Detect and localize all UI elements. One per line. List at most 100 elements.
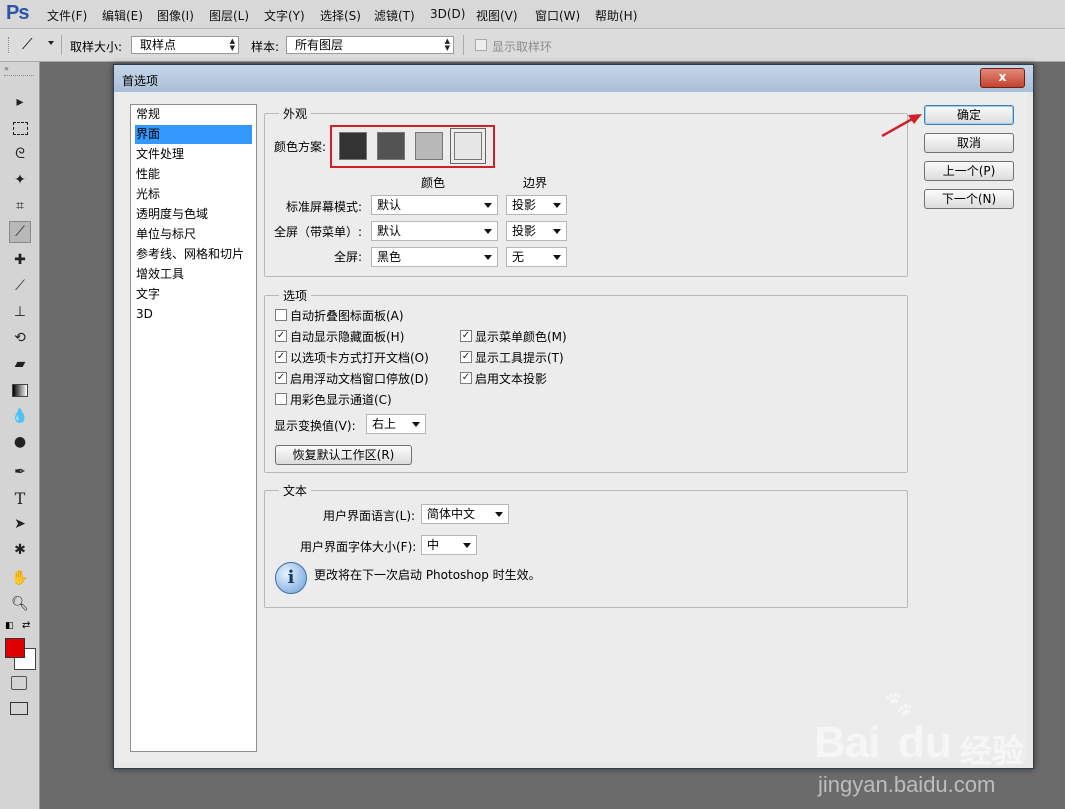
ui-language-select[interactable]: 简体中文 bbox=[421, 504, 509, 524]
cancel-button[interactable]: 取消 bbox=[924, 133, 1014, 153]
options-grip bbox=[8, 37, 11, 53]
category-transparency[interactable]: 透明度与色域 bbox=[135, 205, 252, 224]
menu-view[interactable]: 视图(V) bbox=[476, 7, 518, 24]
auto-collapse-checkbox[interactable] bbox=[275, 309, 287, 321]
menu-filter[interactable]: 滤镜(T) bbox=[374, 7, 415, 24]
standard-screen-label: 标准屏幕模式: bbox=[286, 200, 363, 214]
lasso-tool-icon[interactable]: ᘓ bbox=[9, 143, 31, 165]
menu-type[interactable]: 文字(Y) bbox=[264, 7, 305, 24]
menu-file[interactable]: 文件(F) bbox=[47, 7, 87, 24]
text-drop-shadow-label: 启用文本投影 bbox=[475, 372, 548, 386]
annotation-arrow bbox=[881, 114, 922, 138]
menu-window[interactable]: 窗口(W) bbox=[535, 7, 580, 24]
dialog-titlebar[interactable]: 首选项 x bbox=[114, 65, 1033, 92]
shape-tool-icon[interactable]: ✱ bbox=[9, 539, 31, 561]
sample-select[interactable]: 所有图层 ▲ ▼ bbox=[286, 36, 454, 54]
quick-mask-icon[interactable] bbox=[11, 676, 27, 690]
fullscreen-color-select[interactable]: 黑色 bbox=[371, 247, 498, 267]
color-channels-checkbox[interactable] bbox=[275, 393, 287, 405]
crop-tool-icon[interactable]: ⌗ bbox=[9, 195, 31, 217]
eyedropper-tool-icon[interactable]: ⟋ bbox=[9, 221, 31, 243]
marquee-tool-icon[interactable] bbox=[9, 117, 31, 139]
fullscreen-menu-color-select[interactable]: 默认 bbox=[371, 221, 498, 241]
menu-3d[interactable]: 3D(D) bbox=[430, 7, 465, 21]
select-value: 投影 bbox=[512, 224, 537, 238]
category-guides-grid[interactable]: 参考线、网格和切片 bbox=[135, 245, 252, 264]
close-button[interactable]: x bbox=[980, 68, 1025, 88]
standard-screen-border-select[interactable]: 投影 bbox=[506, 195, 567, 215]
baidu-watermark: 🐾︎ Bai du 经验 jingyan.baidu.com bbox=[812, 688, 1064, 808]
color-scheme-swatch-2[interactable] bbox=[377, 132, 405, 160]
options-legend: 选项 bbox=[283, 289, 308, 303]
color-scheme-swatch-4[interactable] bbox=[454, 132, 482, 160]
fullscreen-border-select[interactable]: 无 bbox=[506, 247, 567, 267]
path-selection-tool-icon[interactable]: ➤ bbox=[9, 513, 31, 535]
previous-button[interactable]: 上一个(P) bbox=[924, 161, 1014, 181]
brush-tool-icon[interactable]: ⟋ bbox=[9, 275, 31, 297]
auto-show-hidden-label: 自动显示隐藏面板(H) bbox=[290, 330, 405, 344]
move-tool-icon[interactable]: ▸ bbox=[9, 91, 31, 113]
panel-collapse-icon[interactable]: » bbox=[4, 64, 9, 73]
dialog-body: 常规 界面 文件处理 性能 光标 透明度与色域 单位与标尺 参考线、网格和切片 … bbox=[118, 92, 1027, 762]
watermark-brand-2: du bbox=[898, 718, 952, 767]
ok-button[interactable]: 确定 bbox=[924, 105, 1014, 125]
restore-workspace-button[interactable]: 恢复默认工作区(R) bbox=[275, 445, 412, 465]
tool-preset-chevron-icon[interactable] bbox=[48, 41, 54, 45]
foreground-color-swatch[interactable] bbox=[5, 638, 25, 658]
eyedropper-tool-preset-icon[interactable]: ⟋ bbox=[22, 35, 33, 53]
clone-stamp-tool-icon[interactable]: ⊥ bbox=[9, 301, 31, 323]
chevron-down-icon bbox=[553, 229, 561, 234]
standard-screen-color-select[interactable]: 默认 bbox=[371, 195, 498, 215]
ui-font-size-select[interactable]: 中 bbox=[421, 535, 477, 555]
category-type[interactable]: 文字 bbox=[135, 285, 252, 304]
show-ring-checkbox[interactable] bbox=[475, 39, 487, 51]
pen-tool-icon[interactable]: ✒ bbox=[9, 461, 31, 483]
category-interface[interactable]: 界面 bbox=[135, 125, 252, 144]
healing-brush-tool-icon[interactable]: ✚ bbox=[9, 249, 31, 271]
screen-mode-icon[interactable] bbox=[10, 702, 28, 715]
menu-select[interactable]: 选择(S) bbox=[320, 7, 361, 24]
preferences-category-list: 常规 界面 文件处理 性能 光标 透明度与色域 单位与标尺 参考线、网格和切片 … bbox=[130, 104, 257, 752]
category-file-handling[interactable]: 文件处理 bbox=[135, 145, 252, 164]
text-drop-shadow-checkbox[interactable]: ✓ bbox=[460, 372, 472, 384]
zoom-tool-icon[interactable]: 🔍︎ bbox=[9, 593, 31, 615]
menu-layer[interactable]: 图层(L) bbox=[209, 7, 249, 24]
default-colors-icon[interactable]: ◧ bbox=[5, 621, 14, 631]
menu-edit[interactable]: 编辑(E) bbox=[102, 7, 143, 24]
category-performance[interactable]: 性能 bbox=[135, 165, 252, 184]
category-3d[interactable]: 3D bbox=[135, 305, 252, 324]
swap-colors-icon[interactable]: ⇄ bbox=[22, 620, 30, 631]
open-as-tabs-checkbox[interactable]: ✓ bbox=[275, 351, 287, 363]
dodge-tool-icon[interactable]: ● bbox=[9, 431, 31, 453]
magic-wand-tool-icon[interactable]: ✦ bbox=[9, 169, 31, 191]
category-units-rulers[interactable]: 单位与标尺 bbox=[135, 225, 252, 244]
color-scheme-label: 颜色方案: bbox=[274, 140, 327, 154]
fullscreen-menu-border-select[interactable]: 投影 bbox=[506, 221, 567, 241]
color-scheme-swatch-1[interactable] bbox=[339, 132, 367, 160]
menu-colors-checkbox[interactable]: ✓ bbox=[460, 330, 472, 342]
auto-collapse-label: 自动折叠图标面板(A) bbox=[290, 309, 404, 323]
transform-values-select[interactable]: 右上 bbox=[366, 414, 426, 434]
gradient-tool-icon[interactable] bbox=[9, 379, 31, 401]
watermark-cn: 经验 bbox=[960, 732, 1025, 770]
blur-tool-icon[interactable]: 💧 bbox=[9, 405, 31, 427]
eraser-tool-icon[interactable]: ▰ bbox=[9, 353, 31, 375]
floating-dock-checkbox[interactable]: ✓ bbox=[275, 372, 287, 384]
category-plugins[interactable]: 增效工具 bbox=[135, 265, 252, 284]
divider bbox=[463, 35, 464, 55]
open-as-tabs-label: 以选项卡方式打开文档(O) bbox=[290, 351, 429, 365]
type-tool-icon[interactable]: T bbox=[9, 487, 31, 509]
sample-size-select[interactable]: 取样点 ▲ ▼ bbox=[131, 36, 239, 54]
chevron-down-icon bbox=[412, 422, 420, 427]
tool-tips-checkbox[interactable]: ✓ bbox=[460, 351, 472, 363]
next-button[interactable]: 下一个(N) bbox=[924, 189, 1014, 209]
sample-label: 样本: bbox=[251, 40, 280, 54]
hand-tool-icon[interactable]: ✋ bbox=[9, 567, 31, 589]
category-cursors[interactable]: 光标 bbox=[135, 185, 252, 204]
auto-show-hidden-checkbox[interactable]: ✓ bbox=[275, 330, 287, 342]
category-general[interactable]: 常规 bbox=[135, 105, 252, 124]
color-scheme-swatch-3[interactable] bbox=[415, 132, 443, 160]
menu-image[interactable]: 图像(I) bbox=[157, 7, 194, 24]
menu-help[interactable]: 帮助(H) bbox=[595, 7, 637, 24]
history-brush-tool-icon[interactable]: ⟲ bbox=[9, 327, 31, 349]
